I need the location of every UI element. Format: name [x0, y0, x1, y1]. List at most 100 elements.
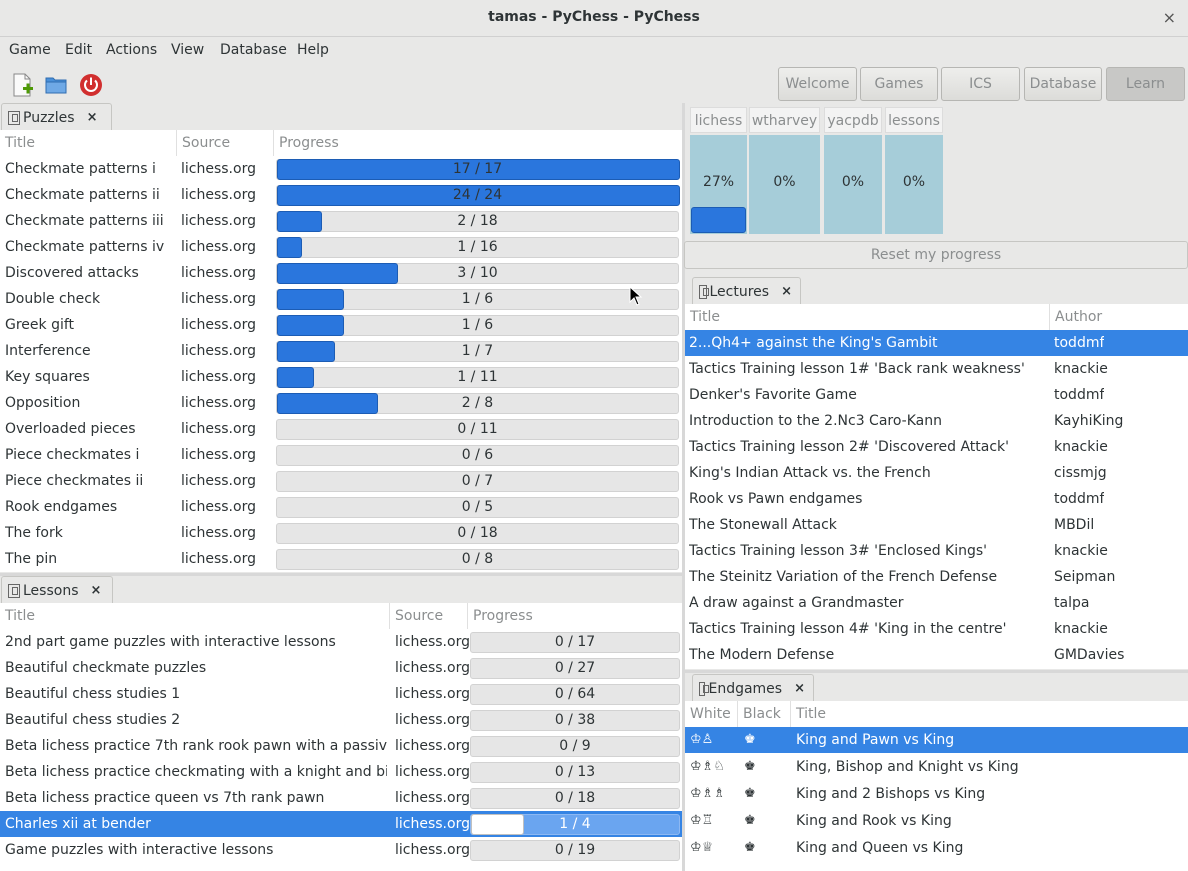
- col-title[interactable]: Title: [791, 701, 1188, 727]
- close-tab-icon[interactable]: ×: [91, 583, 102, 598]
- tab-lessons[interactable]: Lessons ×: [1, 576, 113, 604]
- row-source: lichess.org: [395, 764, 470, 780]
- menu-edit[interactable]: Edit: [65, 42, 92, 58]
- progress-bar: 17 / 17: [276, 159, 680, 180]
- table-row[interactable]: Greek gift lichess.org 1 / 6: [0, 312, 682, 338]
- table-row[interactable]: ♔♕ ♚ King and Queen vs King: [685, 835, 1188, 861]
- table-row[interactable]: Beautiful chess studies 2 lichess.org 0 / …: [0, 707, 682, 733]
- col-black[interactable]: Black: [738, 701, 791, 727]
- table-row[interactable]: Checkmate patterns iv lichess.org 1 / 16: [0, 234, 682, 260]
- tab-lectures[interactable]: Lectures ×: [692, 277, 801, 305]
- reset-progress-button[interactable]: Reset my progress: [684, 241, 1188, 269]
- open-folder-icon[interactable]: [41, 70, 71, 100]
- table-row[interactable]: The fork lichess.org 0 / 18: [0, 520, 682, 546]
- table-row[interactable]: Checkmate patterns iii lichess.org 2 / 18: [0, 208, 682, 234]
- close-icon[interactable]: ×: [1163, 8, 1176, 27]
- progress-text: 0 / 13: [554, 764, 596, 780]
- pane-separator[interactable]: [685, 670, 1188, 673]
- endgames-table: White Black Title ♔♙ ♚ King and Pawn vs Ki…: [685, 701, 1188, 871]
- menu-game[interactable]: Game: [9, 42, 51, 58]
- table-row[interactable]: Checkmate patterns ii lichess.org 24 / 24: [0, 182, 682, 208]
- col-title[interactable]: Title: [0, 603, 390, 629]
- menu-actions[interactable]: Actions: [106, 42, 157, 58]
- table-row[interactable]: Tactics Training lesson 3# 'Enclosed Kin…: [685, 538, 1188, 564]
- table-row[interactable]: Tactics Training lesson 2# 'Discovered A…: [685, 434, 1188, 460]
- menu-help[interactable]: Help: [297, 42, 329, 58]
- table-row[interactable]: Rook endgames lichess.org 0 / 5: [0, 494, 682, 520]
- col-progress[interactable]: Progress: [468, 603, 682, 629]
- source-tab-yacpdb[interactable]: yacpdb: [824, 107, 882, 133]
- table-row[interactable]: The pin lichess.org 0 / 8: [0, 546, 682, 572]
- source-tab-lichess[interactable]: lichess: [690, 107, 747, 133]
- row-source: lichess.org: [181, 551, 256, 567]
- table-row[interactable]: Piece checkmates i lichess.org 0 / 6: [0, 442, 682, 468]
- welcome-button[interactable]: Welcome: [778, 67, 857, 101]
- table-row[interactable]: 2nd part game puzzles with interactive l…: [0, 629, 682, 655]
- table-row[interactable]: Introduction to the 2.Nc3 Caro-Kann Kayhi…: [685, 408, 1188, 434]
- menu-database[interactable]: Database: [220, 42, 287, 58]
- row-title: A draw against a Grandmaster: [689, 595, 904, 611]
- row-source: lichess.org: [395, 660, 470, 676]
- table-row[interactable]: ♔♙ ♚ King and Pawn vs King: [685, 727, 1188, 753]
- menu-view[interactable]: View: [171, 42, 204, 58]
- table-row[interactable]: Double check lichess.org 1 / 6: [0, 286, 682, 312]
- close-tab-icon[interactable]: ×: [781, 284, 792, 299]
- progress-bar: 0 / 11: [276, 419, 679, 440]
- tab-endgames[interactable]: Endgames ×: [692, 674, 814, 702]
- col-white[interactable]: White: [685, 701, 738, 727]
- table-row[interactable]: Beta lichess practice 7th rank rook pawn…: [0, 733, 682, 759]
- table-row[interactable]: Beautiful checkmate puzzles lichess.org 0 …: [0, 655, 682, 681]
- table-row[interactable]: ♔♗♗ ♚ King and 2 Bishops vs King: [685, 781, 1188, 807]
- table-row[interactable]: Overloaded pieces lichess.org 0 / 11: [0, 416, 682, 442]
- table-row[interactable]: Discovered attacks lichess.org 3 / 10: [0, 260, 682, 286]
- games-button[interactable]: Games: [860, 67, 938, 101]
- table-row[interactable]: Beautiful chess studies 1 lichess.org 0 / …: [0, 681, 682, 707]
- table-row[interactable]: A draw against a Grandmaster talpa: [685, 590, 1188, 616]
- progress-bar: 1 / 11: [276, 367, 679, 388]
- power-icon[interactable]: [76, 70, 106, 100]
- table-row[interactable]: ♔♗♘ ♚ King, Bishop and Knight vs King: [685, 754, 1188, 780]
- table-row[interactable]: Beta lichess practice checkmating with a…: [0, 759, 682, 785]
- table-row[interactable]: Piece checkmates ii lichess.org 0 / 7: [0, 468, 682, 494]
- table-row[interactable]: The Stonewall Attack MBDil: [685, 512, 1188, 538]
- table-row[interactable]: Charles xii at bender lichess.org 1 / 4: [0, 811, 682, 837]
- database-button[interactable]: Database: [1024, 67, 1102, 101]
- table-row[interactable]: Tactics Training lesson 1# 'Back rank we…: [685, 356, 1188, 382]
- progress-text: 0 / 64: [554, 686, 596, 702]
- new-game-icon[interactable]: [7, 70, 37, 100]
- table-row[interactable]: ♔♖ ♚ King and Rook vs King: [685, 808, 1188, 834]
- col-source[interactable]: Source: [177, 130, 274, 156]
- learn-button[interactable]: Learn: [1106, 67, 1185, 101]
- table-row[interactable]: Key squares lichess.org 1 / 11: [0, 364, 682, 390]
- table-row[interactable]: Interference lichess.org 1 / 7: [0, 338, 682, 364]
- ics-button[interactable]: ICS: [941, 67, 1020, 101]
- close-tab-icon[interactable]: ×: [794, 681, 805, 696]
- row-source: lichess.org: [181, 317, 256, 333]
- table-row[interactable]: King's Indian Attack vs. the French cissm…: [685, 460, 1188, 486]
- row-title: Opposition: [5, 395, 81, 411]
- table-row[interactable]: Rook vs Pawn endgames toddmf: [685, 486, 1188, 512]
- table-row[interactable]: Checkmate patterns i lichess.org 17 / 17: [0, 156, 682, 182]
- col-progress[interactable]: Progress: [274, 130, 682, 156]
- close-tab-icon[interactable]: ×: [87, 110, 98, 125]
- table-row[interactable]: The Modern Defense GMDavies: [685, 642, 1188, 668]
- table-row[interactable]: Opposition lichess.org 2 / 8: [0, 390, 682, 416]
- col-title[interactable]: Title: [685, 304, 1050, 330]
- row-source: lichess.org: [181, 161, 256, 177]
- row-author: toddmf: [1054, 335, 1105, 351]
- table-row[interactable]: Beta lichess practice queen vs 7th rank …: [0, 785, 682, 811]
- table-row[interactable]: Game puzzles with interactive lessons lic…: [0, 837, 682, 863]
- source-tab-lessons[interactable]: lessons: [885, 107, 943, 133]
- row-title: Game puzzles with interactive lessons: [5, 842, 274, 858]
- table-row[interactable]: The Steinitz Variation of the French Def…: [685, 564, 1188, 590]
- col-author[interactable]: Author: [1050, 304, 1188, 330]
- row-source: lichess.org: [181, 213, 256, 229]
- table-row[interactable]: Tactics Training lesson 4# 'King in the …: [685, 616, 1188, 642]
- source-tab-wtharvey[interactable]: wtharvey: [749, 107, 820, 133]
- tab-puzzles[interactable]: Puzzles ×: [1, 103, 112, 131]
- row-title: King and 2 Bishops vs King: [796, 786, 986, 802]
- col-title[interactable]: Title: [0, 130, 177, 156]
- table-row[interactable]: 2...Qh4+ against the King's Gambit toddmf: [685, 330, 1188, 356]
- table-row[interactable]: Denker's Favorite Game toddmf: [685, 382, 1188, 408]
- col-source[interactable]: Source: [390, 603, 468, 629]
